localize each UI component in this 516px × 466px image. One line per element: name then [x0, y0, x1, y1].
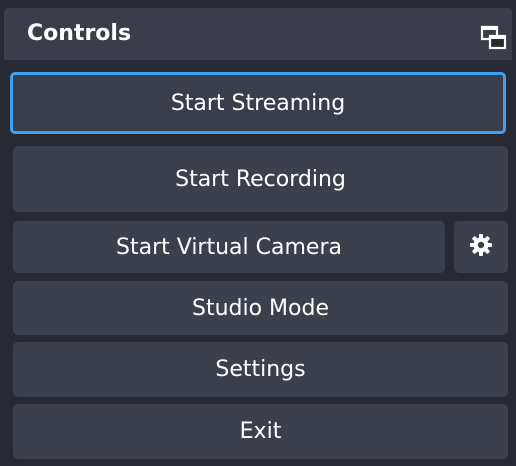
- undock-windows-icon[interactable]: [480, 25, 508, 51]
- virtual-camera-settings-button[interactable]: [454, 221, 508, 273]
- start-virtual-camera-button[interactable]: Start Virtual Camera: [13, 221, 445, 273]
- settings-button[interactable]: Settings: [13, 342, 508, 397]
- exit-button[interactable]: Exit: [13, 404, 508, 459]
- dock-header: Controls: [4, 8, 512, 60]
- controls-dock: Controls Start Streaming Start Recording…: [0, 0, 516, 466]
- gear-icon: [469, 233, 493, 261]
- start-recording-button[interactable]: Start Recording: [13, 146, 508, 212]
- start-streaming-button[interactable]: Start Streaming: [10, 72, 506, 134]
- dock-title: Controls: [27, 21, 132, 46]
- studio-mode-button[interactable]: Studio Mode: [13, 281, 508, 335]
